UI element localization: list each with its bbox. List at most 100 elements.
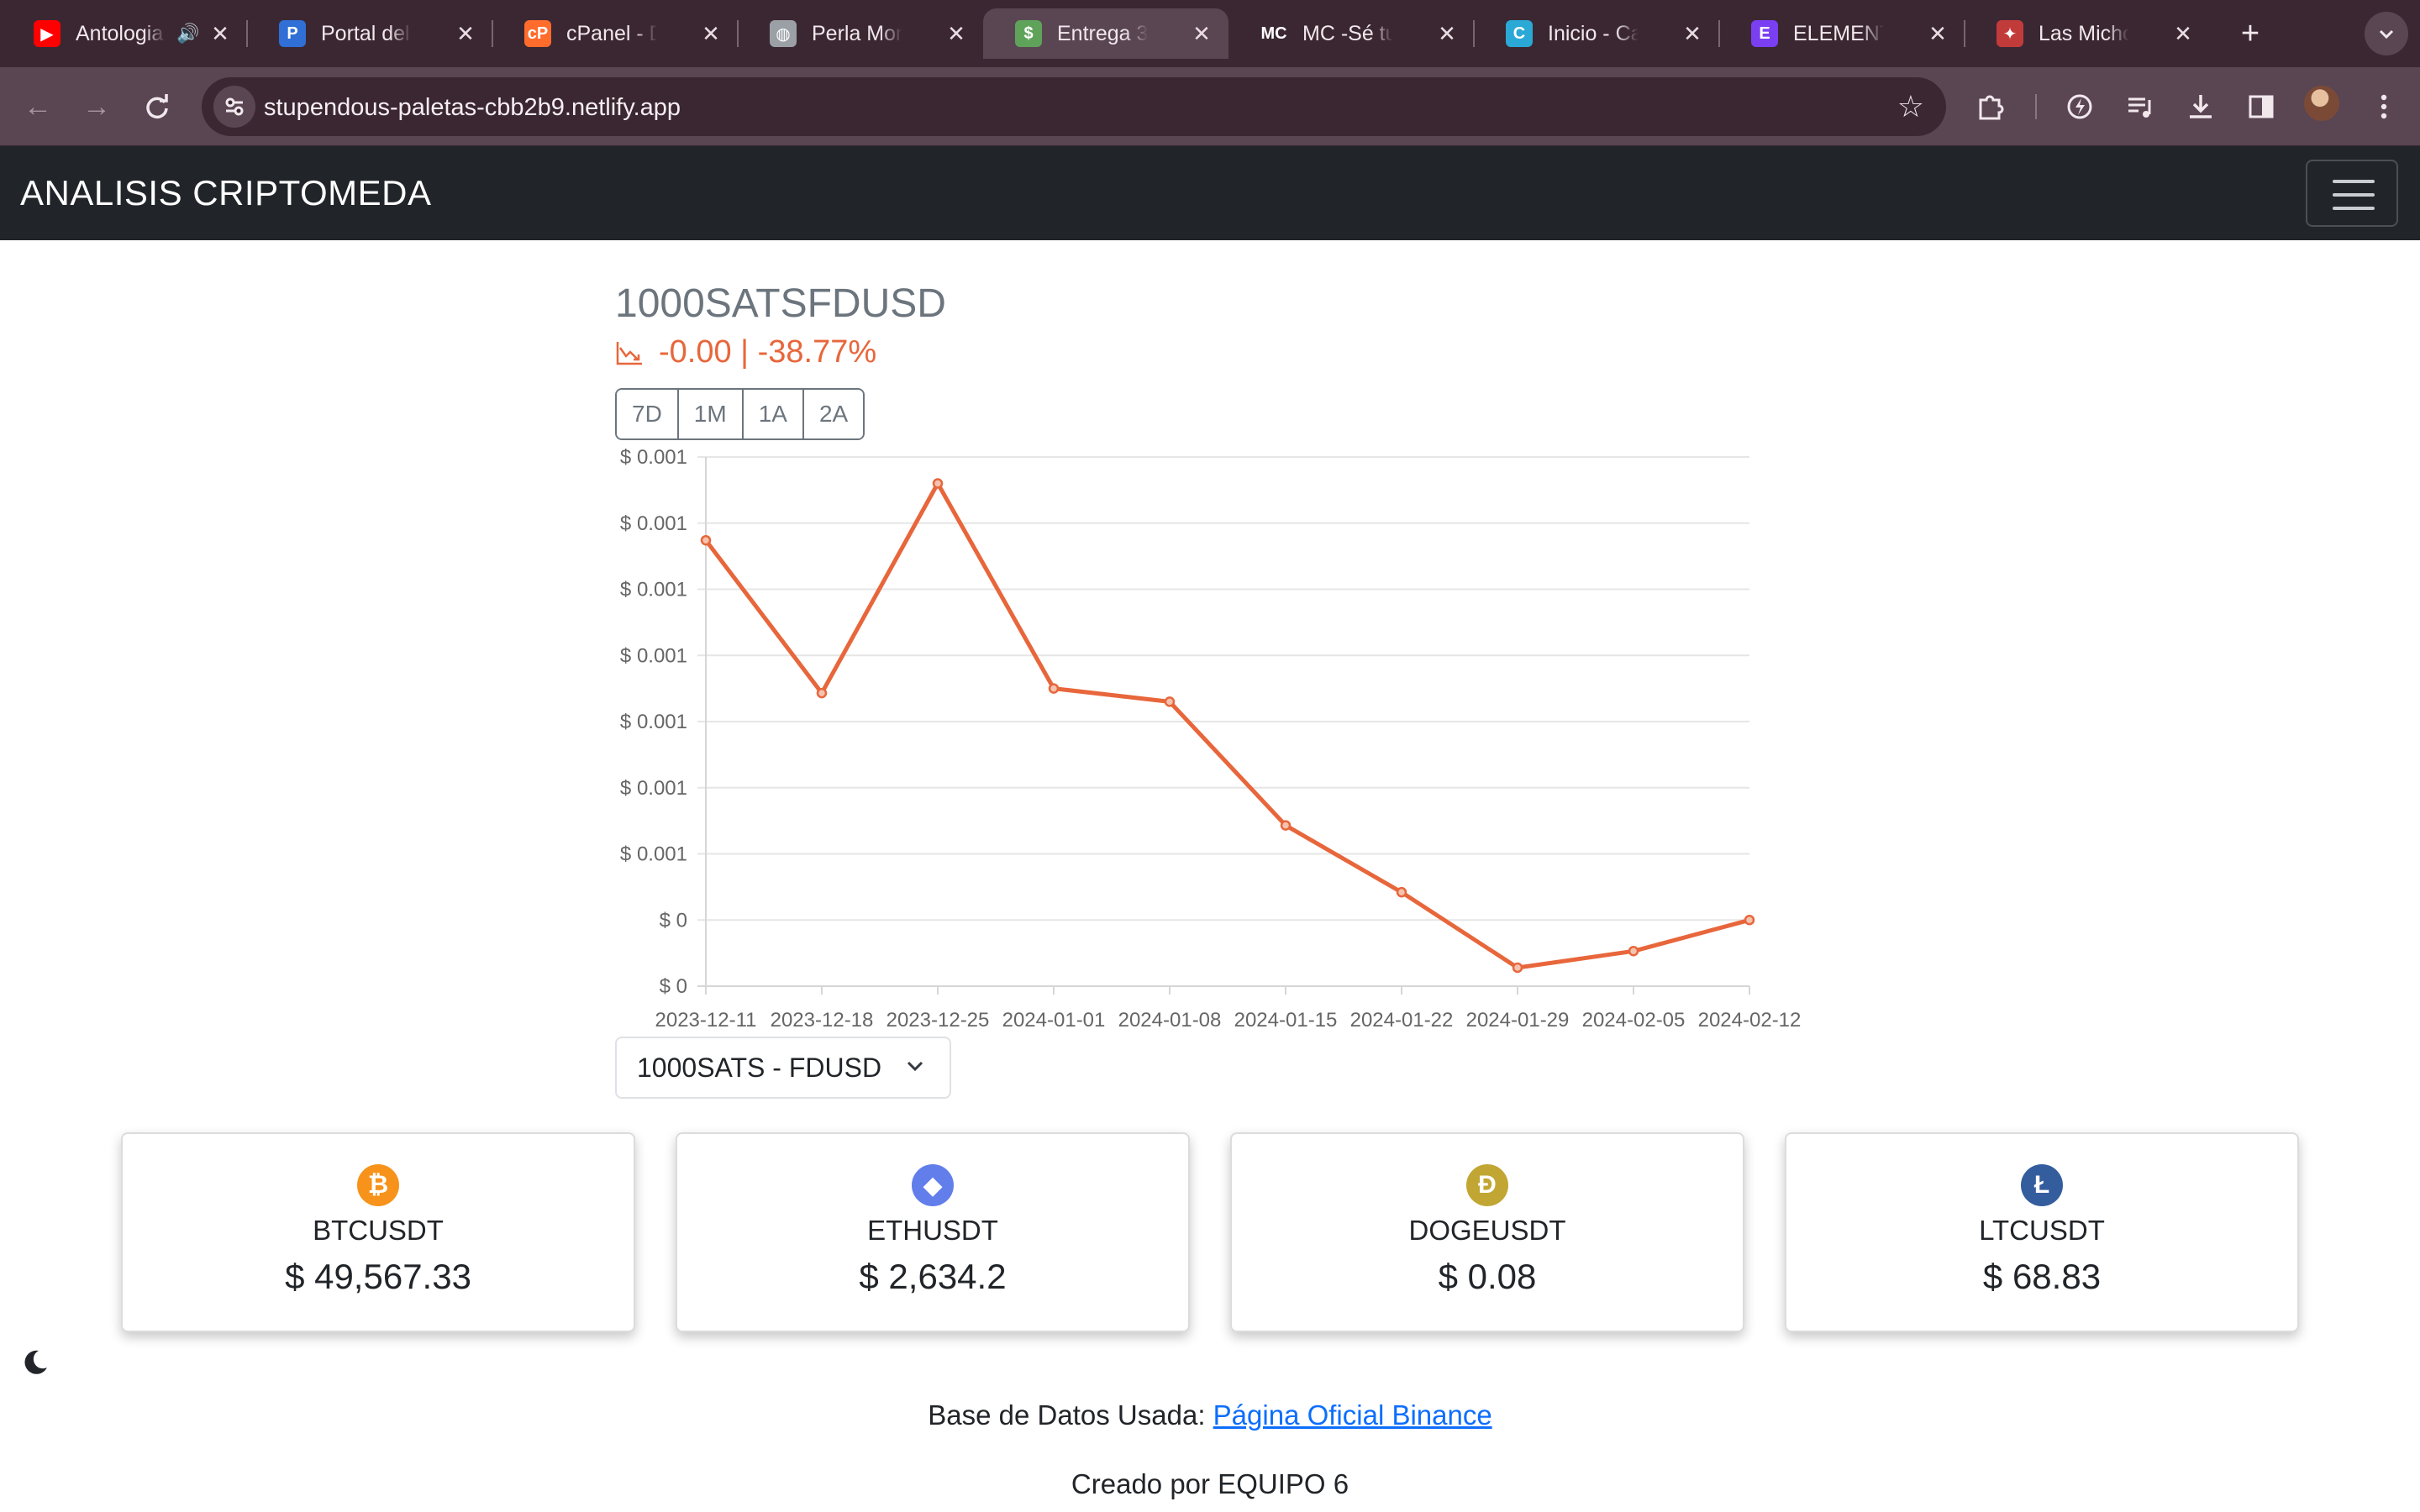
tab-separator [1964, 20, 1965, 47]
elementos-icon: E [1751, 20, 1778, 47]
x-tick-label: 2023-12-11 [655, 1009, 757, 1032]
close-tab-icon[interactable]: ✕ [450, 18, 481, 49]
price-data-point [1048, 683, 1060, 694]
y-tick-label: $ 0 [660, 909, 687, 932]
michoacanas-icon: ✦ [1996, 20, 2023, 47]
mc-icon: MC [1260, 20, 1287, 47]
x-tick-label: 2024-02-12 [1698, 1009, 1802, 1032]
coin-symbol: ETHUSDT [867, 1215, 998, 1246]
range-button-group: 7D 1M 1A 2A [615, 388, 865, 440]
chevron-down-icon [2379, 29, 2394, 39]
price-data-point [816, 687, 828, 699]
range-1a-button[interactable]: 1A [741, 390, 802, 438]
tab-search-button[interactable] [2365, 12, 2408, 55]
close-tab-icon[interactable]: ✕ [1677, 18, 1707, 49]
y-tick-label: $ 0.001 [620, 512, 687, 535]
site-brand[interactable]: ANALISIS CRIPTOMEDA [20, 173, 432, 213]
close-tab-icon[interactable]: ✕ [205, 18, 235, 49]
back-button[interactable]: ← [17, 86, 59, 128]
range-7d-button[interactable]: 7D [617, 390, 677, 438]
browser-tab[interactable]: ◍ Perla Mondragon ✕ [738, 8, 983, 59]
litecoin-icon: Ł [2021, 1164, 2063, 1206]
performance-button[interactable] [2059, 86, 2101, 128]
coin-card[interactable]: ◆ ETHUSDT $ 2,634.2 [676, 1132, 1190, 1332]
browser-tab[interactable]: ✦ Las Michoacanas ✕ [1965, 8, 2210, 59]
browser-tab-title: Entrega 3 API [1057, 21, 1148, 45]
bookmark-star-icon[interactable]: ☆ [1897, 89, 1924, 124]
browser-tab-title: MC -Sé tu propio [1302, 21, 1393, 45]
tab-separator [1473, 20, 1475, 47]
ethereum-icon: ◆ [912, 1164, 954, 1206]
close-tab-icon[interactable]: ✕ [1186, 18, 1217, 49]
close-tab-icon[interactable]: ✕ [941, 18, 971, 49]
browser-toolbar: ← → stupendous-paletas-cbb2b9.netlify.ap… [0, 67, 2420, 146]
price-change-text: -0.00 | -38.77% [659, 334, 877, 370]
symbol-select[interactable]: 1000SATS - FDUSD [615, 1037, 951, 1099]
downloads-button[interactable] [2180, 86, 2222, 128]
browser-tab[interactable]: $ Entrega 3 API ✕ [983, 8, 1228, 59]
side-panel-button[interactable] [2240, 86, 2282, 128]
y-tick-label: $ 0 [660, 975, 687, 998]
pair-title: 1000SATSFDUSD [615, 281, 946, 326]
coin-card[interactable]: Ð DOGEUSDT $ 0.08 [1230, 1132, 1744, 1332]
browser-tab[interactable]: E ELEMENTOS ✕ [1719, 8, 1965, 59]
speaker-icon[interactable]: 🔊 [176, 23, 199, 45]
navbar-toggler-button[interactable] [2306, 160, 2398, 227]
coin-symbol: BTCUSDT [313, 1215, 444, 1246]
reload-button[interactable] [136, 86, 178, 128]
x-tick-label: 2024-01-29 [1466, 1009, 1570, 1032]
forward-button[interactable]: → [76, 86, 118, 128]
price-series-line [703, 481, 1752, 970]
media-controls-button[interactable] [2119, 86, 2161, 128]
x-tick-label: 2024-01-22 [1350, 1009, 1454, 1032]
energy-saver-icon [2067, 94, 2092, 119]
price-data-point [700, 534, 712, 546]
new-tab-button[interactable]: + [2232, 15, 2269, 52]
y-tick-label: $ 0.001 [620, 777, 687, 800]
site-navbar: ANALISIS CRIPTOMEDA [0, 146, 2420, 240]
profile-avatar[interactable] [2304, 86, 2339, 121]
close-tab-icon[interactable]: ✕ [2168, 18, 2198, 49]
playlist-music-icon [2128, 97, 2151, 118]
url-text: stupendous-paletas-cbb2b9.netlify.app [264, 94, 681, 121]
browser-tab[interactable]: MC MC -Sé tu propio ✕ [1228, 8, 1474, 59]
moon-icon[interactable] [20, 1347, 50, 1378]
price-data-point [1164, 696, 1176, 707]
close-tab-icon[interactable]: ✕ [696, 18, 726, 49]
price-data-point [932, 478, 944, 489]
range-1m-button[interactable]: 1M [676, 390, 742, 438]
coin-card[interactable]: ₿ BTCUSDT $ 49,567.33 [121, 1132, 635, 1332]
binance-link[interactable]: Página Oficial Binance [1213, 1399, 1492, 1431]
tab-separator [492, 20, 493, 47]
canva-icon: C [1506, 20, 1533, 47]
browser-tab-title: Antologia [76, 21, 164, 45]
price-data-point [1512, 962, 1523, 974]
y-tick-label: $ 0.001 [620, 644, 687, 667]
price-change: -0.00 | -38.77% [615, 334, 876, 370]
x-tick-label: 2023-12-25 [886, 1009, 990, 1032]
coin-price: $ 68.83 [1982, 1257, 2102, 1296]
close-tab-icon[interactable]: ✕ [1923, 18, 1953, 49]
browser-tab[interactable]: C Inicio - Canva ✕ [1474, 8, 1719, 59]
extensions-button[interactable] [1970, 86, 2012, 128]
coin-card[interactable]: Ł LTCUSDT $ 68.83 [1785, 1132, 2299, 1332]
range-2a-button[interactable]: 2A [802, 390, 864, 438]
site-info-icon[interactable] [213, 86, 255, 128]
browser-tab[interactable]: P Portal del Cliente ✕ [247, 8, 492, 59]
browser-tab[interactable]: ▶ Antologia 🔊 ✕ [2, 8, 247, 59]
browser-menu-button[interactable] [2363, 86, 2405, 128]
arrow-right-icon: → [82, 90, 111, 123]
browser-tab[interactable]: cP cPanel - Dominios ✕ [492, 8, 738, 59]
browser-tab-title: ELEMENTOS [1793, 21, 1884, 45]
toolbar-divider [2035, 94, 2037, 119]
tab-separator [1718, 20, 1720, 47]
address-bar[interactable]: stupendous-paletas-cbb2b9.netlify.app ☆ [202, 77, 1946, 136]
side-panel-icon [2249, 95, 2274, 118]
symbol-select-value: 1000SATS - FDUSD [637, 1052, 882, 1083]
credit-text: Creado por EQUIPO 6 [1071, 1468, 1349, 1499]
close-tab-icon[interactable]: ✕ [1432, 18, 1462, 49]
hamburger-icon [2333, 180, 2375, 183]
coin-price: $ 2,634.2 [859, 1257, 1007, 1296]
price-data-point [1628, 946, 1639, 957]
price-data-point [1744, 915, 1755, 926]
